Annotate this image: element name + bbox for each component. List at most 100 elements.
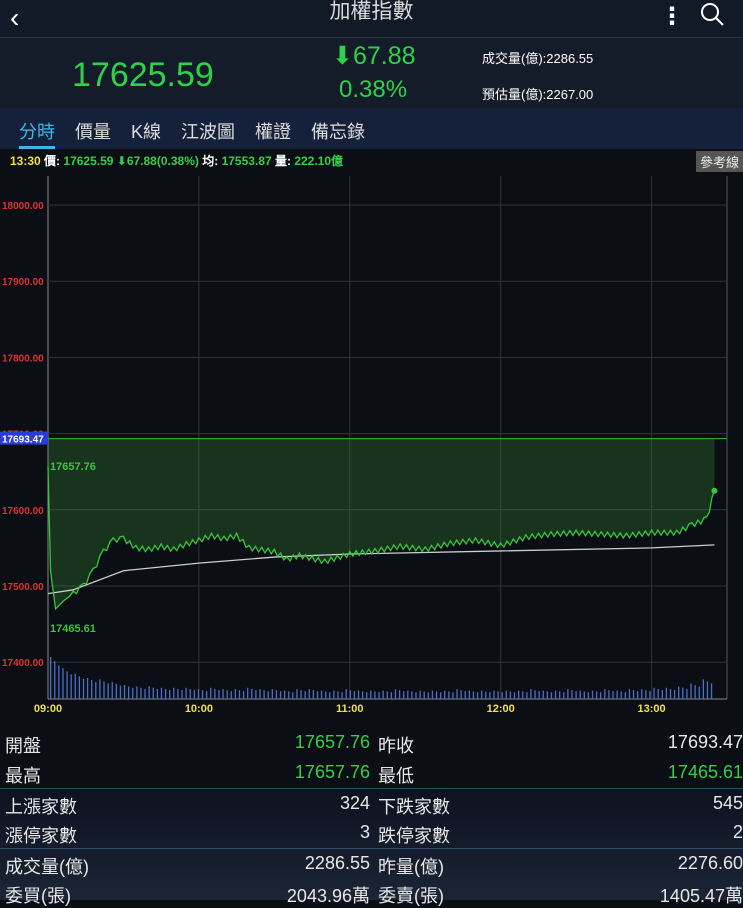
volume-bar <box>320 690 323 699</box>
stat-value: 17657.76 <box>294 732 370 752</box>
stat-label: 漲停家數 <box>5 826 77 846</box>
search-icon[interactable] <box>700 2 724 26</box>
volume-bar <box>620 691 622 699</box>
volume-bar <box>50 657 52 699</box>
volume-bar <box>690 683 692 699</box>
volume-bar <box>218 690 220 699</box>
tab-price-volume[interactable]: 價量 <box>75 108 111 149</box>
stats-row: 成交量(億) 2286.55 昨量(億) 2276.60 <box>0 848 743 878</box>
y-tick-label: 17800.00 <box>2 353 44 364</box>
volume-bar <box>550 692 553 699</box>
stats-row: 漲停家數 3 跌停家數 2 <box>0 818 743 848</box>
volume-bar <box>554 690 557 699</box>
volume-bar <box>583 691 585 699</box>
volume-bar <box>337 691 339 699</box>
volume-bar <box>283 690 286 699</box>
x-tick-label: 10:00 <box>185 703 213 715</box>
volume-bar <box>673 690 676 699</box>
price-change: ⬇67.88 <box>332 42 416 70</box>
volume-bar <box>657 688 659 699</box>
more-menu-icon[interactable]: ⋮ <box>660 2 684 31</box>
volume-bar <box>374 691 376 699</box>
volume-bar <box>669 688 672 699</box>
tab-memo[interactable]: 備忘錄 <box>311 108 365 149</box>
volume-bar <box>497 691 499 699</box>
volume-bar <box>99 679 101 699</box>
volume-bar <box>263 690 265 699</box>
volume-bar <box>226 690 228 699</box>
stat-value: 1405.47萬 <box>659 886 743 906</box>
stat-label: 昨收 <box>378 736 414 756</box>
volume-bar <box>271 689 273 699</box>
volume-bar <box>349 690 351 699</box>
volume-bar <box>649 691 651 699</box>
volume-bar <box>288 691 290 699</box>
volume-bar <box>366 692 368 699</box>
stats-table: 開盤 17657.76 昨收 17693.47 最高 17657.76 最低 17… <box>0 728 743 908</box>
volume-bar <box>513 692 516 699</box>
stat-value: 17465.61 <box>667 762 743 782</box>
stat-value: 545 <box>712 793 743 813</box>
tab-elliott[interactable]: 江波圖 <box>181 108 235 149</box>
volume-bar <box>144 688 146 699</box>
stat-label: 委買(張) <box>5 886 71 906</box>
volume-bar <box>189 688 191 699</box>
prev-close-label: 17693.47 <box>2 435 44 446</box>
reference-line-button[interactable]: 參考線 <box>695 151 743 172</box>
stat-label: 開盤 <box>5 736 41 756</box>
volume-bar <box>682 687 684 699</box>
volume-bar <box>329 692 331 699</box>
stats-row: 最高 17657.76 最低 17465.61 <box>0 758 743 788</box>
volume-bar <box>119 685 122 699</box>
last-price-dot <box>711 487 718 494</box>
stat-value: 17693.47 <box>667 732 743 752</box>
volume-bar <box>251 688 253 699</box>
volume-bar <box>300 690 302 699</box>
stat-label: 上漲家數 <box>5 797 77 817</box>
volume-bar <box>169 690 171 699</box>
volume-bar <box>74 673 76 699</box>
volume-bar <box>563 692 565 699</box>
info-time: 13:30 <box>10 154 41 168</box>
volume-bar <box>415 692 417 699</box>
intraday-chart[interactable]: 18000.0017900.0017800.0017700.0017600.00… <box>0 171 743 716</box>
price-area <box>48 438 715 609</box>
volume-bar <box>177 688 179 699</box>
volume-bar <box>123 685 126 699</box>
y-tick-label: 17500.00 <box>2 582 44 593</box>
volume-bar <box>542 690 544 699</box>
volume-bar <box>423 691 425 699</box>
volume-bar <box>91 680 93 699</box>
volume-bar <box>411 691 413 699</box>
x-tick-label: 13:00 <box>637 703 665 715</box>
volume-bar <box>431 690 434 699</box>
tab-warrants[interactable]: 權證 <box>255 108 291 149</box>
volume-bar <box>686 688 688 699</box>
volume-bar <box>481 690 483 699</box>
header: ‹ 加權指數 ⋮ <box>0 0 743 38</box>
volume-bar <box>653 687 655 699</box>
volume-bar <box>345 689 347 699</box>
volume-bar <box>567 689 569 699</box>
volume-bar <box>341 692 343 699</box>
volume-bar <box>296 689 298 699</box>
tab-bar: 分時 價量 K線 江波圖 權證 備忘錄 <box>0 108 743 149</box>
stat-value: 2 <box>732 822 743 842</box>
volume-bar <box>54 661 56 699</box>
tab-kline[interactable]: K線 <box>131 108 161 149</box>
volume-bar <box>78 676 81 699</box>
volume-bar <box>312 690 315 699</box>
info-price-label: 價: <box>44 154 61 168</box>
volume-bar <box>665 687 668 699</box>
volume-bar <box>493 690 495 699</box>
y-tick-label: 17600.00 <box>2 506 44 517</box>
volume-bar <box>275 690 278 699</box>
stat-value: 324 <box>339 793 370 813</box>
volume-bar <box>526 692 528 699</box>
volume-bar <box>353 691 356 699</box>
volume: 成交量(億):2286.55 <box>482 51 594 66</box>
tab-intraday[interactable]: 分時 <box>19 108 55 149</box>
volume-bar <box>308 689 310 699</box>
volume-bar <box>160 687 163 699</box>
stat-label: 昨量(億) <box>378 857 444 877</box>
